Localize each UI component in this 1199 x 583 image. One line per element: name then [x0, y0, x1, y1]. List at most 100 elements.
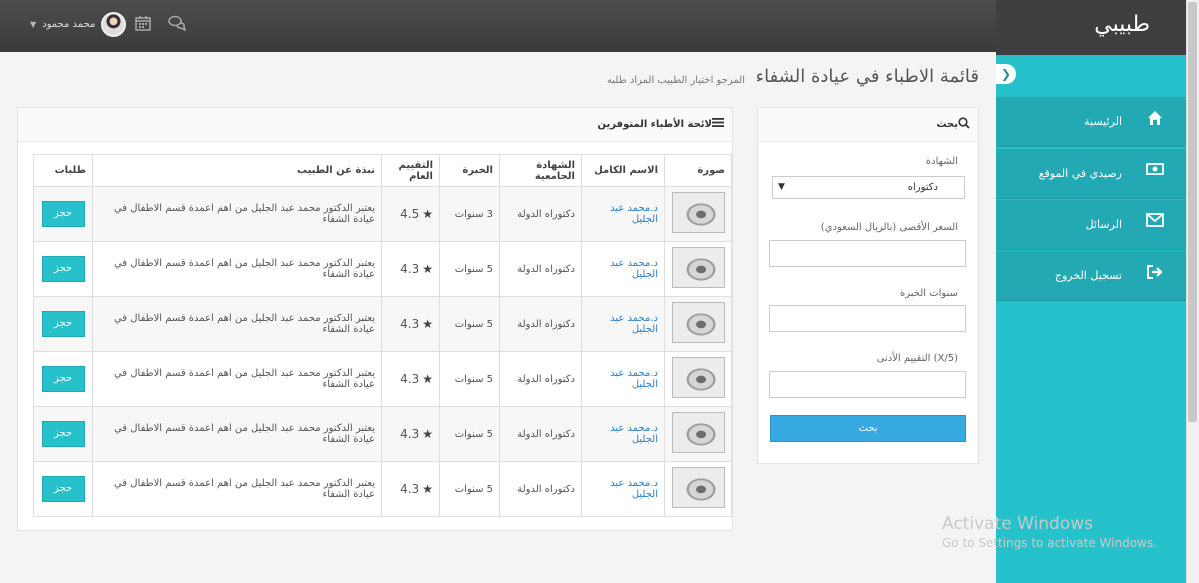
calendar-icon[interactable]: [135, 15, 151, 35]
doctor-name-link[interactable]: د.محمد عبد الجليل: [610, 203, 658, 225]
page-title: قائمة الاطباء في عيادة الشفاء: [755, 66, 979, 87]
search-button[interactable]: بحث: [770, 415, 966, 442]
max-price-label: السعر الأقصى (بالريال السعودي): [820, 222, 958, 233]
user-menu[interactable]: ▼ محمد محمود: [30, 12, 127, 37]
table-header-row: صورة الاسم الكامل الشهادة الجامعية الخبر…: [33, 154, 732, 187]
column-header-degree: الشهادة الجامعية: [499, 154, 582, 187]
doctor-name-link[interactable]: د.محمد عبد الجليل: [610, 423, 658, 445]
dropdown-arrow-icon: ▼: [778, 182, 785, 192]
doctor-rating: 4.3: [400, 482, 420, 496]
brand-bar: طبيبي: [996, 0, 1186, 55]
table-row: د.محمد عبد الجليل دكتوراه الدولة 3 سنوات ★4…: [33, 186, 732, 242]
book-button[interactable]: حجز: [41, 256, 85, 282]
doctor-experience: 5 سنوات: [439, 296, 500, 352]
book-button[interactable]: حجز: [41, 201, 85, 227]
star-icon: ★: [422, 207, 433, 221]
doctor-experience: 5 سنوات: [439, 351, 500, 407]
doctor-photo-cell: [664, 241, 732, 297]
doctor-photo-cell: [664, 406, 732, 462]
degree-select[interactable]: دكتوراه ▼: [772, 176, 965, 199]
sidebar-item-messages[interactable]: الرسائل: [996, 200, 1186, 250]
doctor-name-cell: د.محمد عبد الجليل: [581, 461, 665, 517]
book-button[interactable]: حجز: [41, 421, 85, 447]
doctor-book-cell: حجز: [33, 241, 93, 297]
doctor-degree: دكتوراه الدولة: [499, 406, 582, 462]
table-row: د.محمد عبد الجليل دكتوراه الدولة 5 سنوات ★4…: [33, 241, 732, 297]
book-button[interactable]: حجز: [41, 476, 85, 502]
doctor-rating-cell: ★4.3: [381, 296, 440, 352]
search-panel-header: بحث: [758, 108, 978, 142]
doctor-photo[interactable]: [671, 467, 725, 508]
table-row: د.محمد عبد الجليل دكتوراه الدولة 5 سنوات ★4…: [33, 461, 732, 517]
sidebar-item-balance[interactable]: رصيدي في الموقع: [996, 149, 1186, 199]
degree-label: الشهادة: [925, 156, 958, 167]
min-rating-input[interactable]: [769, 371, 966, 398]
chat-icon[interactable]: [168, 15, 187, 35]
doctor-bio: يعتبر الدكتور محمد عبد الجليل من اهم اعم…: [92, 241, 382, 297]
doctor-bio: يعتبر الدكتور محمد عبد الجليل من اهم اعم…: [92, 461, 382, 517]
doctor-rating: 4.3: [400, 427, 420, 441]
doctor-name-cell: د.محمد عبد الجليل: [581, 351, 665, 407]
doctor-photo[interactable]: [671, 192, 725, 233]
doctor-photo-cell: [664, 186, 732, 242]
book-button[interactable]: حجز: [41, 311, 85, 337]
doctor-book-cell: حجز: [33, 186, 93, 242]
doctor-degree: دكتوراه الدولة: [499, 186, 582, 242]
search-panel: بحث الشهادة دكتوراه ▼ السعر الأقصى (بالر…: [757, 107, 979, 464]
doctor-degree: دكتوراه الدولة: [499, 351, 582, 407]
doctor-rating-cell: ★4.3: [381, 241, 440, 297]
star-icon: ★: [422, 262, 433, 276]
envelope-icon: [1144, 213, 1166, 235]
sidebar-item-label: الرسائل: [1085, 218, 1122, 231]
doctor-photo[interactable]: [671, 357, 725, 398]
doctor-bio: يعتبر الدكتور محمد عبد الجليل من اهم اعم…: [92, 406, 382, 462]
doctors-table: صورة الاسم الكامل الشهادة الجامعية الخبر…: [33, 154, 732, 517]
doctor-name-link[interactable]: د.محمد عبد الجليل: [610, 313, 658, 335]
doctor-name-link[interactable]: د.محمد عبد الجليل: [610, 258, 658, 280]
doctor-name-link[interactable]: د.محمد عبد الجليل: [610, 478, 658, 500]
sidebar-item-label: رصيدي في الموقع: [1038, 167, 1122, 180]
sidebar-item-logout[interactable]: تسجيل الخروج: [996, 251, 1186, 301]
page-scrollbar-thumb[interactable]: [1188, 2, 1197, 422]
doctor-name-cell: د.محمد عبد الجليل: [581, 406, 665, 462]
search-panel-title: بحث: [936, 119, 958, 130]
doctor-book-cell: حجز: [33, 296, 93, 352]
doctors-panel-title: لائحة الأطباء المتوفرين: [597, 119, 712, 130]
sign-out-icon: [1144, 264, 1166, 286]
doctor-photo-cell: [664, 461, 732, 517]
doctors-panel: لائحة الأطباء المتوفرين صورة الاسم الكام…: [17, 107, 733, 531]
doctor-photo[interactable]: [671, 412, 725, 453]
doctor-name-cell: د.محمد عبد الجليل: [581, 186, 665, 242]
search-icon: [958, 117, 970, 132]
brand-logo[interactable]: طبيبي: [1094, 12, 1150, 37]
experience-input[interactable]: [769, 305, 966, 332]
activation-watermark-title: Activate Windows: [942, 514, 1093, 534]
doctor-name-cell: د.محمد عبد الجليل: [581, 296, 665, 352]
chevron-down-icon: ▼: [30, 20, 37, 29]
doctor-rating: 4.3: [400, 372, 420, 386]
doctor-experience: 5 سنوات: [439, 241, 500, 297]
doctor-photo-cell: [664, 296, 732, 352]
book-button[interactable]: حجز: [41, 366, 85, 392]
sidebar-toggle-chevron-icon[interactable]: ❯: [996, 64, 1016, 84]
doctor-name-cell: د.محمد عبد الجليل: [581, 241, 665, 297]
degree-select-value: دكتوراه: [907, 182, 938, 193]
max-price-input[interactable]: [769, 240, 966, 267]
experience-label: سنوات الخبرة: [900, 288, 958, 299]
doctor-rating-cell: ★4.5: [381, 186, 440, 242]
column-header-experience: الخبرة: [439, 154, 500, 187]
doctor-book-cell: حجز: [33, 461, 93, 517]
doctor-photo[interactable]: [671, 247, 725, 288]
doctor-book-cell: حجز: [33, 406, 93, 462]
doctor-name-link[interactable]: د.محمد عبد الجليل: [610, 368, 658, 390]
doctor-photo[interactable]: [671, 302, 725, 343]
sidebar-item-label: الرئيسية: [1084, 115, 1122, 128]
star-icon: ★: [422, 372, 433, 386]
home-icon: [1144, 110, 1166, 132]
doctor-rating: 4.5: [400, 207, 420, 221]
doctor-rating: 4.3: [400, 262, 420, 276]
column-header-rating: التقييم العام: [381, 154, 440, 187]
doctor-rating-cell: ★4.3: [381, 406, 440, 462]
activation-watermark-subtitle: Go to Settings to activate Windows.: [942, 536, 1157, 550]
sidebar-item-home[interactable]: الرئيسية: [996, 97, 1186, 147]
